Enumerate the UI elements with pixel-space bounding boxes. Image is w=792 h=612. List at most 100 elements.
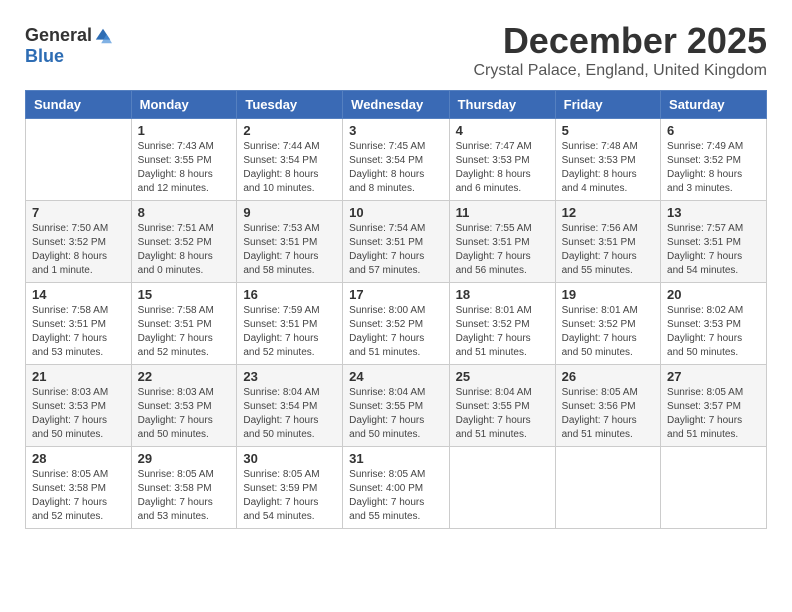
day-info: Sunrise: 8:04 AM Sunset: 3:54 PM Dayligh…: [243, 386, 336, 442]
month-title: December 2025: [474, 20, 768, 62]
day-info: Sunrise: 7:47 AM Sunset: 3:53 PM Dayligh…: [456, 140, 549, 196]
calendar-cell: 9 Sunrise: 7:53 AM Sunset: 3:51 PM Daylig…: [237, 201, 343, 283]
day-number: 24: [349, 369, 442, 384]
calendar-cell: [26, 119, 132, 201]
day-number: 1: [138, 123, 231, 138]
day-number: 21: [32, 369, 125, 384]
logo-blue-text: Blue: [25, 46, 64, 67]
calendar-cell: 19Sunrise: 8:01 AM Sunset: 3:52 PM Dayli…: [555, 283, 660, 365]
calendar-week-5: 28 Sunrise: 8:05 AM Sunset: 3:58 PM Dayli…: [26, 447, 767, 529]
calendar-cell: 8Sunrise: 7:51 AM Sunset: 3:52 PM Daylig…: [131, 201, 237, 283]
header: General Blue December 2025 Crystal Palac…: [25, 20, 767, 80]
day-number: 6: [667, 123, 760, 138]
day-number: 29: [138, 451, 231, 466]
calendar-cell: 10 Sunrise: 7:54 AM Sunset: 3:51 PM Dayli…: [343, 201, 449, 283]
calendar-cell: 23 Sunrise: 8:04 AM Sunset: 3:54 PM Dayli…: [237, 365, 343, 447]
calendar-cell: 3 Sunrise: 7:45 AM Sunset: 3:54 PM Daylig…: [343, 119, 449, 201]
day-info: Sunrise: 7:55 AM Sunset: 3:51 PM Dayligh…: [456, 222, 549, 278]
calendar-cell: [449, 447, 555, 529]
day-info: Sunrise: 8:01 AM Sunset: 3:52 PM Dayligh…: [562, 304, 654, 360]
calendar-cell: 17 Sunrise: 8:00 AM Sunset: 3:52 PM Dayli…: [343, 283, 449, 365]
calendar-cell: 18 Sunrise: 8:01 AM Sunset: 3:52 PM Dayli…: [449, 283, 555, 365]
day-header-thursday: Thursday: [449, 91, 555, 119]
day-info: Sunrise: 8:05 AM Sunset: 3:58 PM Dayligh…: [138, 468, 231, 524]
day-info: Sunrise: 8:05 AM Sunset: 3:56 PM Dayligh…: [562, 386, 654, 442]
calendar-cell: 29 Sunrise: 8:05 AM Sunset: 3:58 PM Dayli…: [131, 447, 237, 529]
day-number: 2: [243, 123, 336, 138]
day-header-saturday: Saturday: [661, 91, 767, 119]
day-number: 3: [349, 123, 442, 138]
day-info: Sunrise: 8:01 AM Sunset: 3:52 PM Dayligh…: [456, 304, 549, 360]
day-info: Sunrise: 8:00 AM Sunset: 3:52 PM Dayligh…: [349, 304, 442, 360]
day-number: 12: [562, 205, 654, 220]
day-number: 16: [243, 287, 336, 302]
title-section: December 2025 Crystal Palace, England, U…: [474, 20, 768, 80]
day-info: Sunrise: 7:57 AM Sunset: 3:51 PM Dayligh…: [667, 222, 760, 278]
day-number: 17: [349, 287, 442, 302]
day-info: Sunrise: 7:45 AM Sunset: 3:54 PM Dayligh…: [349, 140, 442, 196]
day-header-monday: Monday: [131, 91, 237, 119]
day-number: 30: [243, 451, 336, 466]
day-number: 13: [667, 205, 760, 220]
calendar-table: SundayMondayTuesdayWednesdayThursdayFrid…: [25, 90, 767, 529]
calendar-header-row: SundayMondayTuesdayWednesdayThursdayFrid…: [26, 91, 767, 119]
calendar-cell: 14Sunrise: 7:58 AM Sunset: 3:51 PM Dayli…: [26, 283, 132, 365]
day-info: Sunrise: 7:58 AM Sunset: 3:51 PM Dayligh…: [138, 304, 231, 360]
day-number: 22: [138, 369, 231, 384]
day-header-tuesday: Tuesday: [237, 91, 343, 119]
day-number: 28: [32, 451, 125, 466]
day-number: 5: [562, 123, 654, 138]
logo-general-text: General: [25, 25, 92, 46]
calendar-cell: 20Sunrise: 8:02 AM Sunset: 3:53 PM Dayli…: [661, 283, 767, 365]
day-info: Sunrise: 7:56 AM Sunset: 3:51 PM Dayligh…: [562, 222, 654, 278]
day-info: Sunrise: 7:58 AM Sunset: 3:51 PM Dayligh…: [32, 304, 125, 360]
day-number: 8: [138, 205, 231, 220]
calendar-cell: 13 Sunrise: 7:57 AM Sunset: 3:51 PM Dayli…: [661, 201, 767, 283]
calendar-week-4: 21 Sunrise: 8:03 AM Sunset: 3:53 PM Dayli…: [26, 365, 767, 447]
calendar-cell: 5Sunrise: 7:48 AM Sunset: 3:53 PM Daylig…: [555, 119, 660, 201]
day-info: Sunrise: 7:54 AM Sunset: 3:51 PM Dayligh…: [349, 222, 442, 278]
day-number: 18: [456, 287, 549, 302]
day-info: Sunrise: 8:03 AM Sunset: 3:53 PM Dayligh…: [32, 386, 125, 442]
calendar-cell: 21 Sunrise: 8:03 AM Sunset: 3:53 PM Dayli…: [26, 365, 132, 447]
calendar-week-3: 14Sunrise: 7:58 AM Sunset: 3:51 PM Dayli…: [26, 283, 767, 365]
day-info: Sunrise: 7:53 AM Sunset: 3:51 PM Dayligh…: [243, 222, 336, 278]
day-number: 7: [32, 205, 125, 220]
calendar-cell: 11 Sunrise: 7:55 AM Sunset: 3:51 PM Dayli…: [449, 201, 555, 283]
day-info: Sunrise: 8:05 AM Sunset: 3:57 PM Dayligh…: [667, 386, 760, 442]
calendar-cell: 28 Sunrise: 8:05 AM Sunset: 3:58 PM Dayli…: [26, 447, 132, 529]
day-info: Sunrise: 7:44 AM Sunset: 3:54 PM Dayligh…: [243, 140, 336, 196]
calendar-cell: 12 Sunrise: 7:56 AM Sunset: 3:51 PM Dayli…: [555, 201, 660, 283]
calendar-cell: [661, 447, 767, 529]
calendar-cell: 16 Sunrise: 7:59 AM Sunset: 3:51 PM Dayli…: [237, 283, 343, 365]
calendar-cell: 22Sunrise: 8:03 AM Sunset: 3:53 PM Dayli…: [131, 365, 237, 447]
calendar-cell: 7 Sunrise: 7:50 AM Sunset: 3:52 PM Daylig…: [26, 201, 132, 283]
day-number: 9: [243, 205, 336, 220]
calendar-week-2: 7 Sunrise: 7:50 AM Sunset: 3:52 PM Daylig…: [26, 201, 767, 283]
day-info: Sunrise: 8:04 AM Sunset: 3:55 PM Dayligh…: [456, 386, 549, 442]
day-number: 15: [138, 287, 231, 302]
calendar-cell: 25 Sunrise: 8:04 AM Sunset: 3:55 PM Dayli…: [449, 365, 555, 447]
calendar-cell: 6Sunrise: 7:49 AM Sunset: 3:52 PM Daylig…: [661, 119, 767, 201]
day-info: Sunrise: 8:05 AM Sunset: 3:58 PM Dayligh…: [32, 468, 125, 524]
day-info: Sunrise: 8:05 AM Sunset: 4:00 PM Dayligh…: [349, 468, 442, 524]
calendar-cell: 24Sunrise: 8:04 AM Sunset: 3:55 PM Dayli…: [343, 365, 449, 447]
calendar-cell: 27Sunrise: 8:05 AM Sunset: 3:57 PM Dayli…: [661, 365, 767, 447]
calendar-cell: 1Sunrise: 7:43 AM Sunset: 3:55 PM Daylig…: [131, 119, 237, 201]
day-number: 23: [243, 369, 336, 384]
day-number: 4: [456, 123, 549, 138]
day-number: 31: [349, 451, 442, 466]
logo-icon: [94, 27, 112, 45]
day-info: Sunrise: 7:59 AM Sunset: 3:51 PM Dayligh…: [243, 304, 336, 360]
calendar-cell: [555, 447, 660, 529]
day-number: 26: [562, 369, 654, 384]
calendar-cell: 4 Sunrise: 7:47 AM Sunset: 3:53 PM Daylig…: [449, 119, 555, 201]
day-number: 11: [456, 205, 549, 220]
day-number: 10: [349, 205, 442, 220]
day-number: 25: [456, 369, 549, 384]
calendar-cell: 31 Sunrise: 8:05 AM Sunset: 4:00 PM Dayli…: [343, 447, 449, 529]
calendar-cell: 26 Sunrise: 8:05 AM Sunset: 3:56 PM Dayli…: [555, 365, 660, 447]
calendar-week-1: 1Sunrise: 7:43 AM Sunset: 3:55 PM Daylig…: [26, 119, 767, 201]
day-header-wednesday: Wednesday: [343, 91, 449, 119]
day-info: Sunrise: 7:50 AM Sunset: 3:52 PM Dayligh…: [32, 222, 125, 278]
